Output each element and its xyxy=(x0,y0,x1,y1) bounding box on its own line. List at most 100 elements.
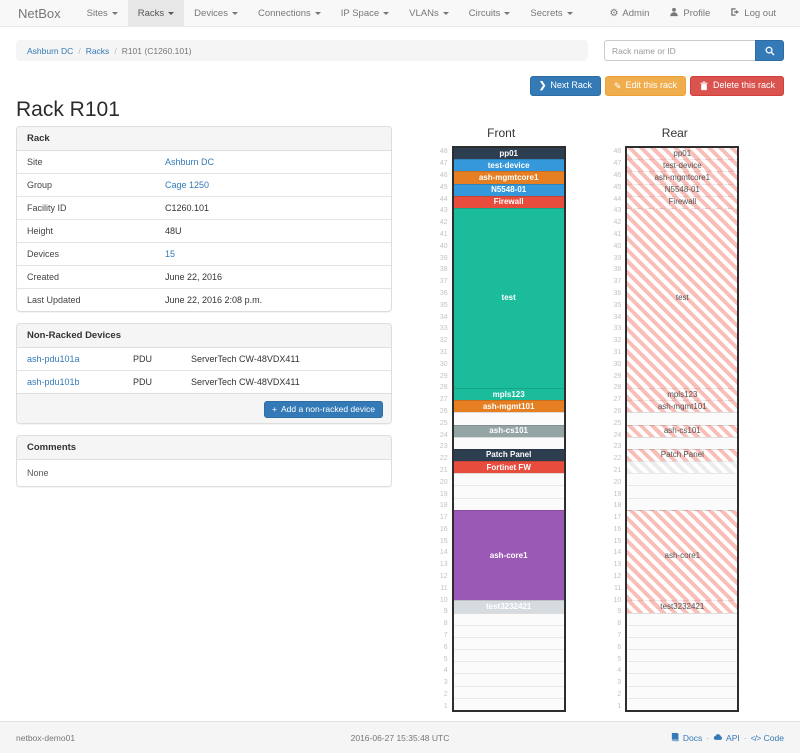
unit-number: 21 xyxy=(610,465,621,477)
footer-links: Docs·API·</>Code xyxy=(528,732,784,744)
breadcrumb-item-racks[interactable]: Racks xyxy=(86,46,110,56)
add-non-racked-device-button[interactable]: + Add a non-racked device xyxy=(264,401,383,418)
rack-device-mpls123[interactable]: mpls123 xyxy=(454,388,564,400)
rack-device-patch-panel[interactable]: Patch Panel xyxy=(454,449,564,461)
rack-device-mpls123[interactable]: mpls123 xyxy=(627,388,737,400)
chevron-down-icon xyxy=(168,12,174,15)
rack-device-test-device[interactable]: test-device xyxy=(454,159,564,171)
rack-unit-empty xyxy=(627,412,737,424)
rack-unit-empty xyxy=(454,686,564,698)
pencil-icon: ✎ xyxy=(614,82,622,91)
rack-device-fortinet-fw[interactable]: Fortinet FW xyxy=(454,461,564,473)
rack-device-n5548-01[interactable]: N5548-01 xyxy=(454,184,564,196)
rack-device-test[interactable]: test xyxy=(454,208,564,388)
unit-number: 39 xyxy=(610,252,621,264)
breadcrumb-item-ashburn-dc[interactable]: Ashburn DC xyxy=(27,46,73,56)
nav-item-log-out[interactable]: Log out xyxy=(720,0,786,26)
rack-unit-empty xyxy=(454,698,564,710)
footer: netbox-demo01 2016-06-27 15:35:48 UTC Do… xyxy=(0,721,800,753)
cloud-icon xyxy=(713,732,723,744)
unit-number: 8 xyxy=(437,618,448,630)
next-rack-button[interactable]: ❯ Next Rack xyxy=(530,76,601,96)
nav-item-ip-space[interactable]: IP Space xyxy=(331,0,399,26)
rack-device-test3232421[interactable]: test3232421 xyxy=(627,600,737,612)
rack-device-test3232421[interactable]: test3232421 xyxy=(454,600,564,612)
unit-number: 17 xyxy=(437,512,448,524)
unit-number: 4 xyxy=(610,665,621,677)
unit-number: 11 xyxy=(610,582,621,594)
attr-link-group[interactable]: Cage 1250 xyxy=(165,180,209,190)
attr-row-height: Height48U xyxy=(17,219,391,242)
non-racked-device-row: ash-pdu101aPDUServerTech CW-48VDX411 xyxy=(17,348,391,370)
unit-number: 3 xyxy=(610,677,621,689)
footer-link-code[interactable]: </>Code xyxy=(751,733,784,743)
rack-device-patch-panel[interactable]: Patch Panel xyxy=(627,449,737,461)
attr-row-group: GroupCage 1250 xyxy=(17,173,391,196)
unit-number: 9 xyxy=(610,606,621,618)
unit-number: 24 xyxy=(437,429,448,441)
unit-number: 1 xyxy=(610,700,621,712)
rear-rack-title: Rear xyxy=(662,126,688,140)
search-input[interactable] xyxy=(604,40,755,61)
comments-panel-title: Comments xyxy=(17,436,391,460)
unit-number: 32 xyxy=(610,335,621,347)
rack-device-ash-mgmt101[interactable]: ash-mgmt101 xyxy=(627,400,737,412)
unit-number: 1 xyxy=(437,700,448,712)
nav-item-sites[interactable]: Sites xyxy=(77,0,128,26)
rack-device-ash-core1[interactable]: ash-core1 xyxy=(627,510,737,601)
unit-number: 17 xyxy=(610,512,621,524)
nav-item-secrets[interactable]: Secrets xyxy=(520,0,582,26)
unit-number: 46 xyxy=(610,170,621,182)
unit-number: 7 xyxy=(610,630,621,642)
delete-rack-button[interactable]: Delete this rack xyxy=(690,76,784,96)
rack-unit-empty xyxy=(454,498,564,510)
brand-logo[interactable]: NetBox xyxy=(14,0,65,26)
rack-device-firewall[interactable]: Firewall xyxy=(454,196,564,208)
footer-link-api[interactable]: API xyxy=(713,732,740,744)
rack-device-unlabeled[interactable] xyxy=(627,461,737,473)
non-racked-panel-footer: + Add a non-racked device xyxy=(17,393,391,423)
unit-number: 44 xyxy=(437,193,448,205)
nav-item-connections[interactable]: Connections xyxy=(248,0,331,26)
rack-device-ash-mgmt101[interactable]: ash-mgmt101 xyxy=(454,400,564,412)
device-link-ash-pdu101a[interactable]: ash-pdu101a xyxy=(27,354,80,364)
rear-rack: pp01test-deviceash-mgmtcore1N5548-01Fire… xyxy=(625,146,739,712)
footer-link-docs[interactable]: Docs xyxy=(670,732,702,744)
rack-device-ash-mgmtcore1[interactable]: ash-mgmtcore1 xyxy=(627,171,737,183)
unit-number: 14 xyxy=(437,547,448,559)
nav-item-racks[interactable]: Racks xyxy=(128,0,184,26)
rack-unit-empty xyxy=(627,613,737,625)
rack-device-ash-mgmtcore1[interactable]: ash-mgmtcore1 xyxy=(454,171,564,183)
unit-number: 36 xyxy=(437,288,448,300)
navbar-right-menu: ⚙AdminProfileLog out xyxy=(599,0,786,26)
rack-device-ash-cs101[interactable]: ash-cs101 xyxy=(627,425,737,437)
unit-number: 29 xyxy=(437,370,448,382)
rack-device-n5548-01[interactable]: N5548-01 xyxy=(627,184,737,196)
chevron-right-icon: ❯ xyxy=(539,81,547,91)
rack-device-ash-cs101[interactable]: ash-cs101 xyxy=(454,425,564,437)
device-link-ash-pdu101b[interactable]: ash-pdu101b xyxy=(27,377,80,387)
unit-number: 6 xyxy=(437,641,448,653)
unit-number: 30 xyxy=(610,358,621,370)
rack-device-pp01[interactable]: pp01 xyxy=(627,148,737,159)
rack-device-ash-core1[interactable]: ash-core1 xyxy=(454,510,564,601)
nav-item-admin[interactable]: ⚙Admin xyxy=(599,0,659,26)
nav-item-profile[interactable]: Profile xyxy=(659,0,720,26)
attr-link-site[interactable]: Ashburn DC xyxy=(165,157,214,167)
unit-number: 25 xyxy=(437,417,448,429)
unit-number: 37 xyxy=(437,276,448,288)
rack-device-test-device[interactable]: test-device xyxy=(627,159,737,171)
rack-device-firewall[interactable]: Firewall xyxy=(627,196,737,208)
nav-item-devices[interactable]: Devices xyxy=(184,0,248,26)
rack-device-test[interactable]: test xyxy=(627,208,737,388)
unit-number: 23 xyxy=(437,441,448,453)
edit-rack-button[interactable]: ✎ Edit this rack xyxy=(605,76,686,96)
rack-device-pp01[interactable]: pp01 xyxy=(454,148,564,159)
chevron-down-icon xyxy=(315,12,321,15)
nav-item-vlans[interactable]: VLANs xyxy=(399,0,459,26)
nav-item-circuits[interactable]: Circuits xyxy=(459,0,521,26)
unit-number: 40 xyxy=(437,240,448,252)
unit-number: 43 xyxy=(610,205,621,217)
attr-link-devices[interactable]: 15 xyxy=(165,249,175,259)
search-button[interactable] xyxy=(755,40,784,61)
